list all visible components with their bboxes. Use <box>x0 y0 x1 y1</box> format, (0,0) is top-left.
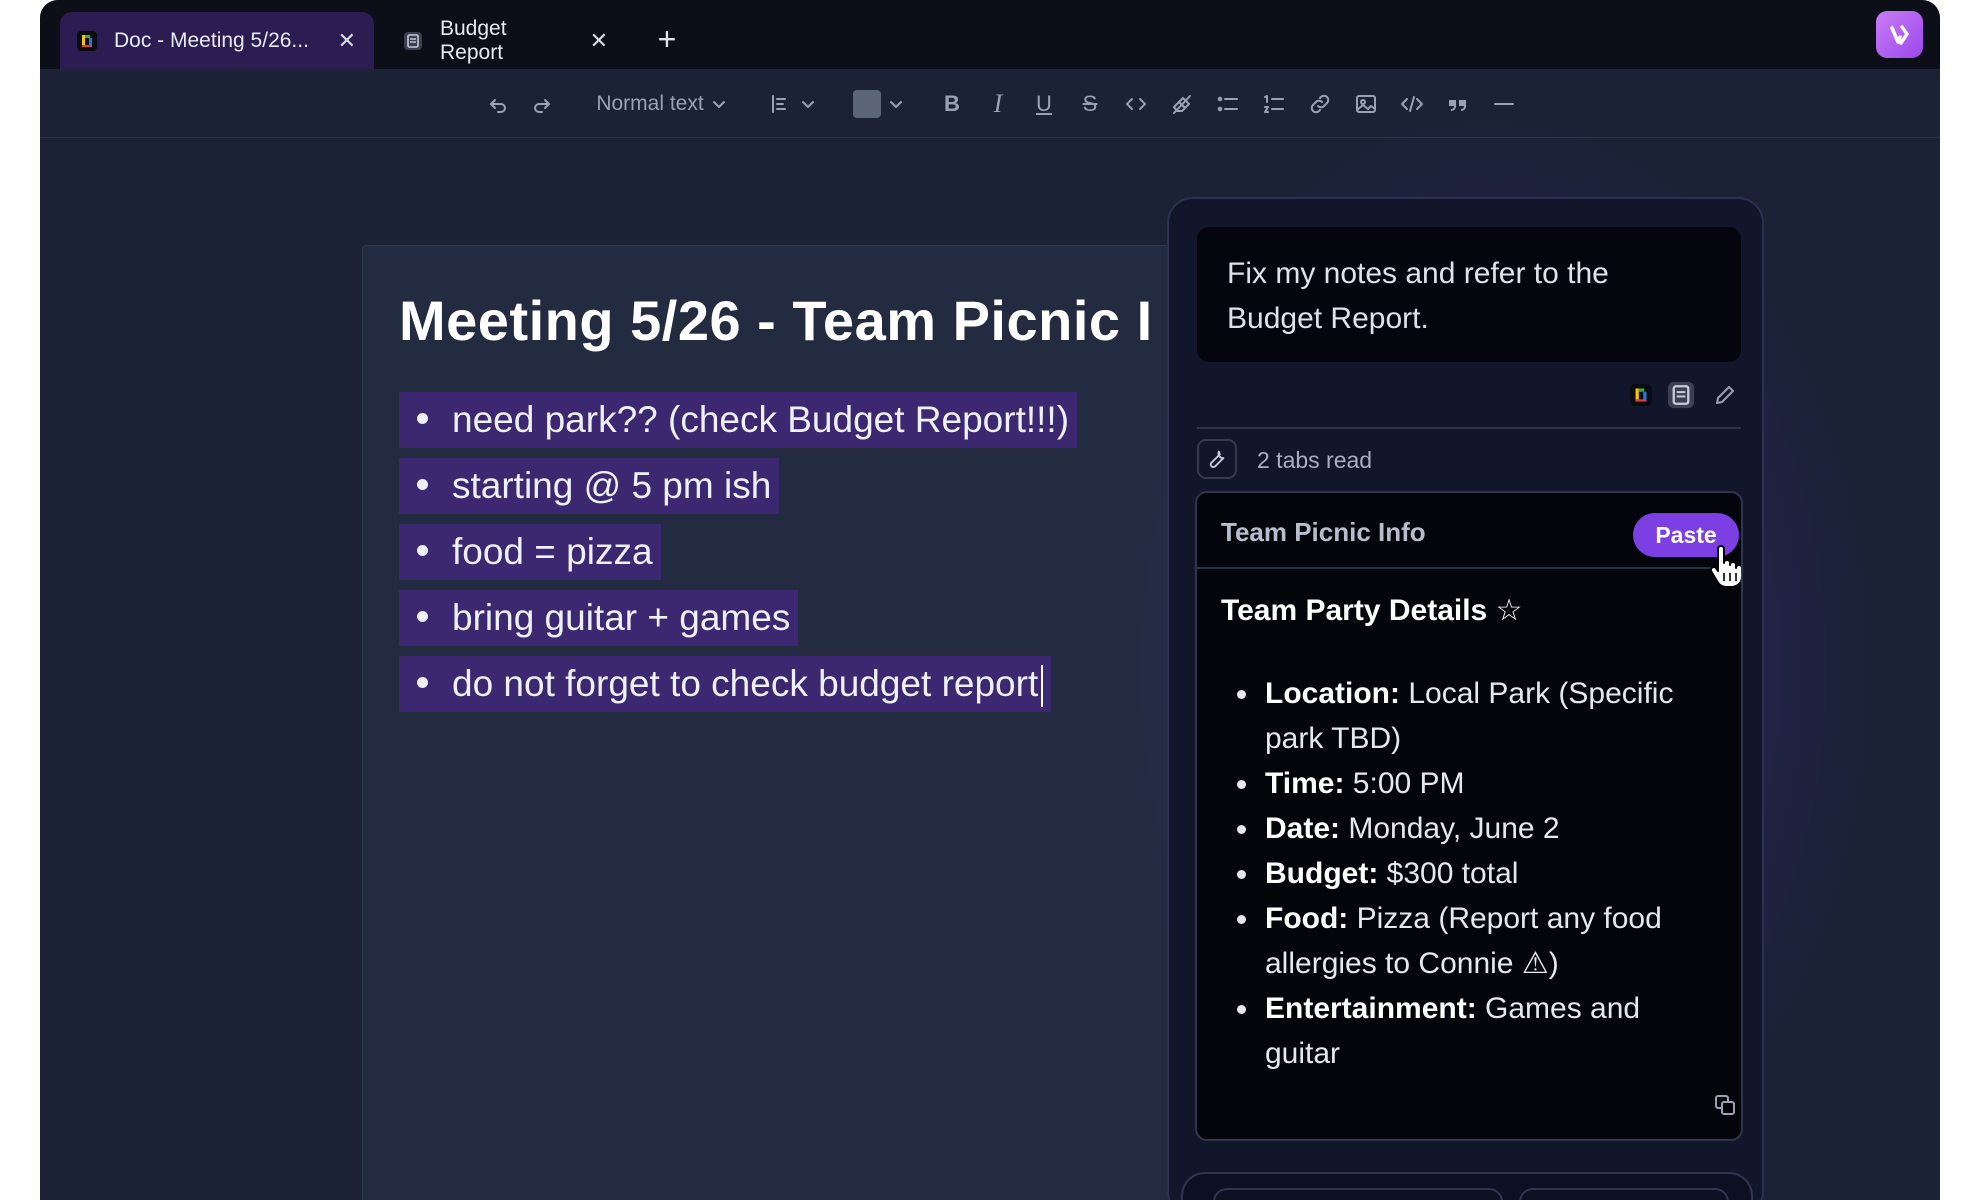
eraser-icon <box>1173 94 1191 114</box>
notes-list: need park?? (check Budget Report!!!) sta… <box>399 392 1078 722</box>
doc-app-icon <box>77 30 97 51</box>
quote-icon <box>1449 99 1466 111</box>
color-swatch <box>853 89 881 118</box>
divider <box>1197 427 1741 429</box>
chat-input-area[interactable] <box>1181 1172 1753 1200</box>
bullet-icon <box>417 676 428 688</box>
list-item: Budget: $300 total <box>1221 851 1721 896</box>
note-text: starting @ 5 pm ish <box>452 465 772 506</box>
note-text: food = pizza <box>452 531 653 572</box>
align-left-icon <box>772 94 786 113</box>
detail-label: Budget: <box>1265 857 1379 890</box>
input-chip[interactable] <box>1213 1188 1503 1200</box>
input-chip[interactable] <box>1519 1188 1729 1200</box>
undo-button[interactable] <box>478 69 518 138</box>
detail-value: 5:00 PM <box>1344 767 1465 800</box>
chevron-down-icon <box>712 100 725 108</box>
underline-button[interactable]: U <box>1024 69 1064 138</box>
list-item[interactable]: bring guitar + games <box>399 590 1077 646</box>
close-tab-icon[interactable]: ✕ <box>590 28 608 54</box>
user-prompt-bubble: Fix my notes and refer to the Budget Rep… <box>1197 227 1741 362</box>
list-item[interactable]: food = pizza <box>399 524 1077 580</box>
list-item[interactable]: do not forget to check budget report <box>399 656 1077 712</box>
list-item[interactable]: starting @ 5 pm ish <box>399 458 1077 514</box>
color-dropdown[interactable] <box>848 69 908 138</box>
prompt-context-icons <box>1629 379 1739 413</box>
list-item: Entertainment: Games and guitar <box>1221 986 1721 1076</box>
bullet-list-icon <box>1217 96 1238 111</box>
details-heading: Team Party Details ☆ <box>1221 594 1523 627</box>
list-item: Date: Monday, June 2 <box>1221 806 1721 851</box>
list-item: Location: Local Park (Specific park TBD) <box>1221 671 1721 761</box>
undo-icon <box>490 98 506 113</box>
text-style-dropdown[interactable]: Normal text <box>586 69 736 138</box>
bullet-icon <box>417 610 428 622</box>
detail-label: Food: <box>1265 902 1349 935</box>
card-title: Team Picnic Info <box>1221 517 1426 547</box>
chevron-down-icon <box>890 100 902 108</box>
list-item[interactable]: need park?? (check Budget Report!!!) <box>399 392 1078 448</box>
detail-value: $300 total <box>1378 857 1519 890</box>
tab-budget-report[interactable]: Budget Report ✕ <box>386 12 626 69</box>
tabs-read-status[interactable]: 2 tabs read <box>1257 447 1372 474</box>
assistant-panel: Fix my notes and refer to the Budget Rep… <box>1167 197 1764 1200</box>
list-item: Food: Pizza (Report any food allergies t… <box>1221 896 1721 986</box>
close-tab-icon[interactable]: ✕ <box>338 28 356 54</box>
logo-mark-icon <box>1889 24 1909 45</box>
detail-value: Monday, June 2 <box>1340 812 1560 845</box>
hand-cursor-icon <box>1709 545 1741 588</box>
bold-button[interactable]: B <box>932 69 972 138</box>
detail-label: Date: <box>1265 812 1341 845</box>
list-item: Time: 5:00 PM <box>1221 761 1721 806</box>
app-window: Doc - Meeting 5/26... ✕ Budget Report ✕ … <box>40 0 1940 1200</box>
detail-label: Entertainment: <box>1265 992 1477 1025</box>
page-icon <box>1667 381 1695 409</box>
tab-title: Doc - Meeting 5/26... <box>114 28 309 52</box>
note-text: do not forget to check budget report <box>452 663 1039 704</box>
text-style-value: Normal text <box>596 91 704 115</box>
doc-app-icon <box>1630 384 1652 406</box>
chevron-down-icon <box>802 100 814 108</box>
code-icon <box>1126 97 1146 110</box>
strikethrough-button[interactable]: S <box>1070 69 1110 138</box>
bullet-icon <box>417 544 428 556</box>
note-text: need park?? (check Budget Report!!!) <box>452 399 1070 440</box>
extension-logo-icon[interactable] <box>1876 11 1923 58</box>
horizontal-rule-icon <box>1494 102 1514 105</box>
card-header: Team Picnic Info Paste <box>1197 493 1741 588</box>
numbered-list-icon <box>1264 94 1284 113</box>
align-dropdown[interactable] <box>762 69 822 138</box>
detail-label: Location: <box>1265 677 1400 710</box>
details-list: Location: Local Park (Specific park TBD)… <box>1221 671 1721 1076</box>
code-block-icon <box>1401 95 1423 112</box>
image-icon <box>1356 94 1376 113</box>
bullet-icon <box>417 412 428 424</box>
tab-bar: Doc - Meeting 5/26... ✕ Budget Report ✕ … <box>40 0 1940 69</box>
bullet-icon <box>417 478 428 490</box>
italic-button[interactable]: I <box>978 69 1018 138</box>
tab-title: Budget Report <box>440 16 507 64</box>
edit-pencil-icon[interactable] <box>1713 383 1737 407</box>
link-icon <box>1310 94 1330 113</box>
copy-icon[interactable] <box>1713 1093 1737 1117</box>
wrench-icon <box>1209 450 1225 468</box>
detail-label: Time: <box>1265 767 1345 800</box>
response-card: Team Picnic Info Paste Team Party Detail… <box>1195 491 1743 1141</box>
redo-icon <box>534 98 550 113</box>
text-caret <box>1041 665 1044 708</box>
tab-doc-meeting[interactable]: Doc - Meeting 5/26... ✕ <box>60 12 374 69</box>
page-icon <box>404 31 422 50</box>
redo-button[interactable] <box>522 69 562 138</box>
tool-indicator[interactable] <box>1197 439 1237 479</box>
note-text: bring guitar + games <box>452 597 791 638</box>
new-tab-button[interactable]: + <box>646 18 688 60</box>
